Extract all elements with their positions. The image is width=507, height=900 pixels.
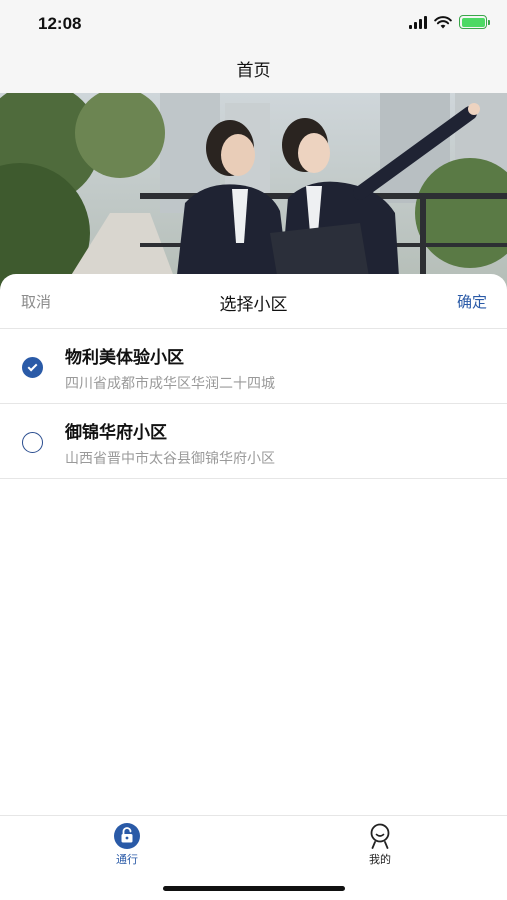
tab-label: 我的 <box>369 853 391 866</box>
confirm-button[interactable]: 确定 <box>457 291 487 312</box>
community-item[interactable]: 御锦华府小区 山西省晋中市太谷县御锦华府小区 <box>0 404 507 479</box>
radio-unchecked-icon[interactable] <box>22 432 43 453</box>
community-address: 山西省晋中市太谷县御锦华府小区 <box>65 451 275 467</box>
unlock-icon <box>114 823 140 849</box>
community-name: 物利美体验小区 <box>65 348 184 368</box>
home-indicator <box>163 886 345 891</box>
sheet-title: 选择小区 <box>219 295 288 315</box>
community-item[interactable]: 物利美体验小区 四川省成都市成华区华润二十四城 <box>0 329 507 404</box>
status-time: 12:08 <box>38 14 82 33</box>
community-name: 御锦华府小区 <box>65 423 167 443</box>
battery-charging-icon <box>459 15 490 29</box>
wifi-icon <box>434 15 452 28</box>
status-bar: 12:08 <box>0 0 507 50</box>
tab-pass[interactable]: 通行 <box>87 822 167 867</box>
radio-checked-icon[interactable] <box>22 357 43 378</box>
nav-bar: 首页 <box>0 50 507 93</box>
status-icons <box>409 15 490 29</box>
tab-label: 通行 <box>116 853 138 866</box>
community-picker-sheet: 取消 选择小区 确定 物利美体验小区 四川省成都市成华区华润二十四城 御锦华府小… <box>0 274 507 816</box>
hero-banner-image <box>0 93 507 293</box>
community-address: 四川省成都市成华区华润二十四城 <box>65 376 275 392</box>
signal-icon <box>409 15 427 29</box>
tab-mine[interactable]: 我的 <box>340 822 420 867</box>
sheet-header: 取消 选择小区 确定 <box>0 274 507 329</box>
page-title: 首页 <box>236 61 271 81</box>
user-icon <box>370 823 390 849</box>
